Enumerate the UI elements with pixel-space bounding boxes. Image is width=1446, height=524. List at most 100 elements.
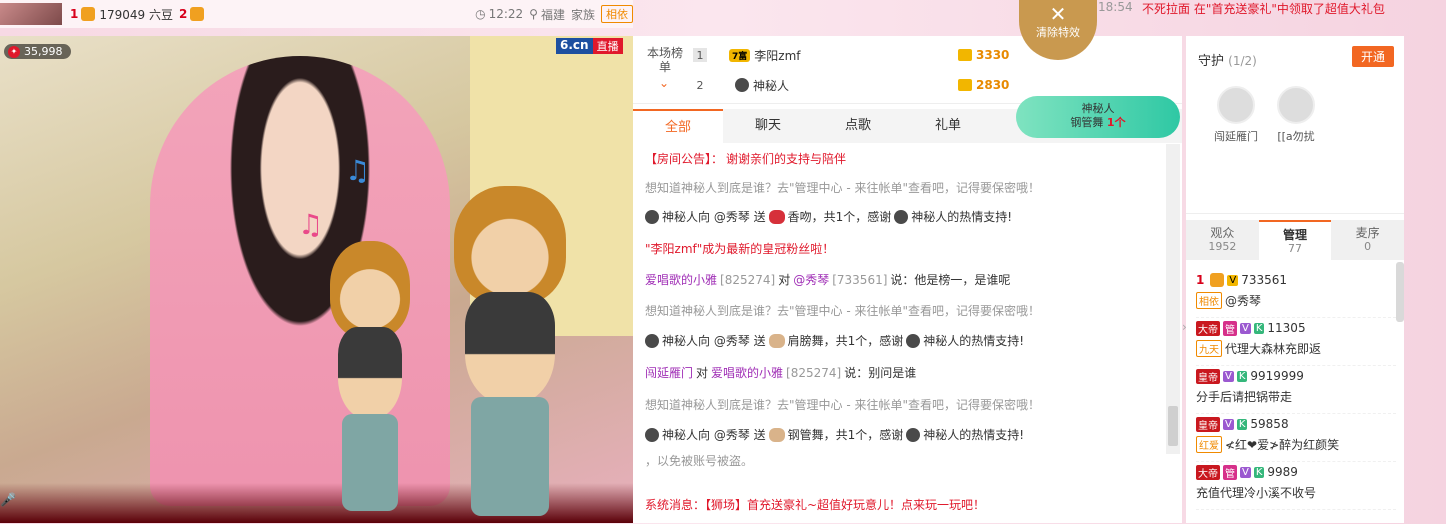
wealth-level-badge: 7富 bbox=[729, 48, 751, 62]
tab-all[interactable]: 全部 bbox=[633, 109, 723, 143]
rank-number-secondary: 2 bbox=[178, 7, 188, 21]
member-tabs: 观众 1952 管理 77 麦序 0 bbox=[1186, 220, 1404, 260]
fire-icon: ✦ bbox=[8, 45, 20, 58]
open-guard-button[interactable]: 开通 bbox=[1352, 46, 1395, 67]
time-info: ◷ 12:22 bbox=[475, 7, 524, 21]
announcement-time: 18:54 bbox=[1098, 0, 1133, 14]
gift-sender: 神秘人 bbox=[1081, 102, 1115, 115]
mystery-user-icon bbox=[645, 209, 659, 224]
family-tag[interactable]: 相依 bbox=[601, 5, 633, 23]
coin-icon bbox=[958, 49, 972, 61]
member-list-scrollbar[interactable] bbox=[1396, 262, 1404, 322]
chat-scroll-thumb[interactable] bbox=[1168, 406, 1178, 446]
guard-title: 守护 (1/2) bbox=[1198, 54, 1257, 69]
mystery-user-icon bbox=[735, 78, 749, 92]
dancing-mascot-center bbox=[440, 186, 580, 516]
list-item[interactable]: 皇帝 V K 59858 红爱 ≮红❤爱≯醉为红颜笑 bbox=[1196, 414, 1396, 462]
mystery-user-icon bbox=[894, 209, 909, 224]
room-notice: 【房间公告】： 谢谢亲们的支持与陪伴 bbox=[645, 152, 847, 166]
chat-line: 想知道神秘人到底是谁？去"管理中心 - 来往帐单"查看吧，记得要保密哦！ bbox=[645, 181, 1041, 195]
music-note-icon: ♫ bbox=[345, 154, 371, 187]
rank-user-name[interactable]: 神秘人 bbox=[753, 77, 789, 94]
chat-line: 闯延雁门 对 爱唱歌的小雅 [825274] 说：别问是谁 bbox=[645, 365, 917, 381]
list-item[interactable]: 大帝管 V K 11305 九天 代理大森林充即返 bbox=[1196, 318, 1396, 366]
session-rank: 本场榜单 ⌄ 1 7富 李阳zmf 3330 2 神秘人 2830 bbox=[633, 36, 1182, 104]
tab-audience[interactable]: 观众 1952 bbox=[1186, 220, 1259, 260]
rank-score: 2830 bbox=[958, 78, 1009, 92]
list-item[interactable]: 皇帝 V K 9919999 分手后请把锅带走 bbox=[1196, 366, 1396, 414]
tab-admin[interactable]: 管理 77 bbox=[1258, 220, 1332, 260]
crown-icon bbox=[190, 7, 205, 21]
right-panel: 守护 (1/2) 开通 闯延雁门 [[a勿扰 观众 1952 管理 77 麦序 0 1… bbox=[1186, 36, 1404, 523]
rank-row-1[interactable]: 1 7富 李阳zmf 3330 bbox=[693, 42, 1013, 68]
gift-line: 神秘人向 @秀琴 送 钢管舞，共1个，感谢 神秘人的热情支持! bbox=[645, 426, 1165, 443]
dancing-mascot-left bbox=[320, 241, 420, 511]
tab-mic-queue[interactable]: 麦序 0 bbox=[1331, 220, 1404, 260]
v-badge: V bbox=[1223, 370, 1234, 382]
top-info-bar: 1 179049 六豆 2 ◷ 12:22 ⚲ 福建 家族 相依 bbox=[0, 0, 633, 28]
chat-line: ，以免被账号被盗。 bbox=[645, 454, 754, 468]
rank-label: 本场榜单 bbox=[646, 46, 683, 74]
tab-chat[interactable]: 聊天 bbox=[723, 109, 813, 143]
v-badge: V bbox=[1240, 466, 1251, 478]
gift-count: 1个 bbox=[1106, 116, 1126, 129]
music-note-icon: ♫ bbox=[298, 208, 324, 241]
chat-line: 爱唱歌的小雅 [825274] 对 @秀琴 [733561] 说：他是榜一，是谁… bbox=[645, 272, 1011, 288]
brand-logo: 6.cn bbox=[556, 38, 593, 54]
guard-member[interactable]: [[a勿扰 bbox=[1266, 86, 1326, 144]
v-badge: V bbox=[1223, 418, 1234, 430]
system-message[interactable]: 系统消息：【狮场】首充送豪礼~超值好玩意儿！点来玩一玩吧！ bbox=[645, 496, 985, 513]
anchor-avatar[interactable] bbox=[0, 3, 62, 25]
mystery-user-icon bbox=[906, 427, 921, 442]
guard-member[interactable]: 闯延雁门 bbox=[1206, 86, 1266, 144]
announcement-text[interactable]: 不死拉面 在"首充送豪礼"中领取了超值大礼包 bbox=[1142, 0, 1385, 17]
chat-line: "李阳zmf"成为最新的皇冠粉丝啦！ bbox=[645, 242, 835, 256]
clock-icon: ◷ bbox=[475, 7, 486, 21]
k-badge: K bbox=[1236, 418, 1248, 430]
gift-notification: 神秘人 钢管舞 1个 bbox=[1016, 96, 1180, 138]
gift-line: 神秘人向 @秀琴 送 香吻，共1个，感谢 神秘人的热情支持! bbox=[645, 208, 1165, 225]
viewer-count-badge: ✦ 35,998 bbox=[4, 44, 71, 59]
chevron-down-icon[interactable]: ⌄ bbox=[659, 76, 669, 90]
shoulder-dance-gift-icon bbox=[768, 333, 785, 348]
mystery-user-icon bbox=[645, 333, 659, 348]
member-list[interactable]: 1 V 733561 相依 @秀琴 大帝管 V K 11305 九天 代理大森林充即返 皇帝 V… bbox=[1186, 262, 1396, 523]
crown-icon bbox=[1210, 273, 1225, 287]
gift-line: 神秘人向 @秀琴 送 肩膀舞，共1个，感谢 神秘人的热情支持! bbox=[645, 332, 1165, 349]
rank-score: 3330 bbox=[958, 48, 1009, 62]
fans-count: 179049 六豆 bbox=[99, 7, 173, 22]
chat-scrollbar[interactable] bbox=[1166, 144, 1180, 454]
location-info: ⚲ 福建 bbox=[529, 7, 565, 22]
guard-section: 守护 (1/2) 开通 闯延雁门 [[a勿扰 bbox=[1186, 36, 1404, 214]
pole-dance-gift-icon bbox=[768, 427, 785, 442]
list-item[interactable]: 大帝管 V K 9989 充值代理冷小溪不收号 bbox=[1196, 462, 1396, 510]
crown-icon bbox=[81, 7, 96, 21]
location-pin-icon: ⚲ bbox=[529, 7, 538, 21]
rank-user-name[interactable]: 李阳zmf bbox=[754, 47, 800, 64]
chat-line: 想知道神秘人到底是谁？去"管理中心 - 来往帐单"查看吧，记得要保密哦！ bbox=[645, 398, 1041, 412]
vip-badge: V bbox=[1227, 274, 1239, 286]
mystery-user-icon bbox=[645, 427, 659, 442]
tab-gift-list[interactable]: 礼单 bbox=[903, 109, 993, 143]
family-label: 家族 bbox=[570, 7, 595, 22]
k-badge: K bbox=[1253, 466, 1265, 478]
mystery-user-icon bbox=[906, 333, 921, 348]
avatar bbox=[1277, 86, 1315, 124]
k-badge: K bbox=[1236, 370, 1248, 382]
close-icon: ✕ bbox=[1049, 2, 1067, 26]
live-badge: 直播 bbox=[592, 38, 623, 54]
brand-badge: 6.cn 直播 bbox=[556, 38, 623, 54]
tab-song-request[interactable]: 点歌 bbox=[813, 109, 903, 143]
list-item[interactable]: 1 V 733561 相依 @秀琴 bbox=[1196, 270, 1396, 318]
v-badge: V bbox=[1240, 322, 1251, 334]
chevron-right-icon[interactable]: › bbox=[1182, 320, 1190, 340]
chat-line: 想知道神秘人到底是谁？去"管理中心 - 来往帐单"查看吧，记得要保密哦！ bbox=[645, 304, 1041, 318]
rank-row-2[interactable]: 2 神秘人 2830 bbox=[693, 72, 1013, 98]
admin-badge: 管 bbox=[1223, 464, 1237, 480]
live-video[interactable]: ✦ 35,998 6.cn 直播 🎤 ♫ ♫ bbox=[0, 36, 633, 523]
microphone-icon[interactable]: 🎤 bbox=[0, 493, 16, 515]
admin-badge: 管 bbox=[1223, 320, 1237, 336]
avatar bbox=[1217, 86, 1255, 124]
coin-icon bbox=[958, 79, 972, 91]
chat-messages[interactable]: 【房间公告】： 谢谢亲们的支持与陪伴 想知道神秘人到底是谁？去"管理中心 - 来… bbox=[633, 144, 1173, 524]
